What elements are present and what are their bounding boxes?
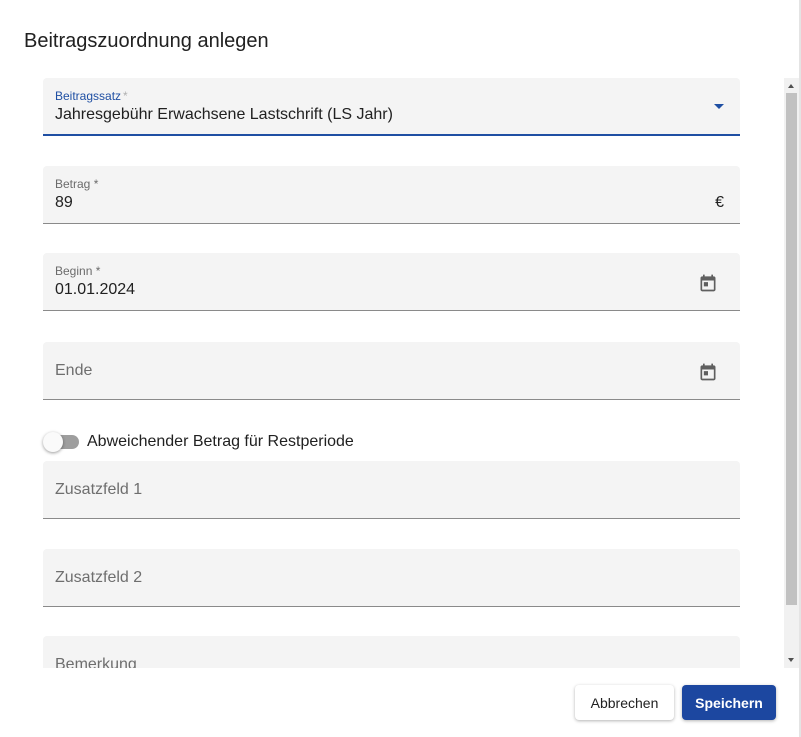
dialog: Beitragszuordnung anlegen Beitragssatz * … (0, 0, 801, 737)
zusatzfeld-1-placeholder: Zusatzfeld 1 (55, 481, 143, 498)
beginn-value: 01.01.2024 (55, 281, 136, 298)
cancel-button[interactable]: Abbrechen (575, 685, 674, 720)
beitragssatz-value: Jahresgebühr Erwachsene Lastschrift (LS … (55, 106, 393, 123)
calendar-icon[interactable] (698, 362, 718, 382)
scrollbar-thumb[interactable] (786, 93, 797, 605)
dialog-content: Beitragssatz * Jahresgebühr Erwachsene La… (0, 72, 784, 668)
scroll-down-arrow-icon[interactable] (788, 658, 794, 662)
zusatzfeld-1-field[interactable]: Zusatzfeld 1 (43, 461, 740, 519)
dialog-title: Beitragszuordnung anlegen (24, 30, 269, 52)
beitragssatz-select[interactable]: Beitragssatz * Jahresgebühr Erwachsene La… (43, 78, 740, 136)
betrag-value: 89 (55, 194, 73, 211)
toggle-label: Abweichender Betrag für Restperiode (87, 433, 354, 450)
calendar-icon[interactable] (698, 273, 718, 293)
ende-placeholder: Ende (55, 362, 93, 379)
beginn-label: Beginn * (55, 264, 101, 278)
scroll-up-arrow-icon[interactable] (788, 84, 794, 88)
dropdown-arrow-icon[interactable] (714, 104, 724, 109)
bemerkung-placeholder: Bemerkung (55, 656, 137, 668)
toggle-thumb[interactable] (43, 432, 63, 452)
betrag-label: Betrag * (55, 177, 99, 191)
beitragssatz-label: Beitragssatz * (55, 89, 128, 103)
ende-field[interactable]: Ende (43, 342, 740, 400)
betrag-field[interactable]: Betrag * 89 € (43, 166, 740, 224)
dialog-actions: Abbrechen Speichern (0, 668, 799, 737)
zusatzfeld-2-placeholder: Zusatzfeld 2 (55, 569, 143, 586)
zusatzfeld-2-field[interactable]: Zusatzfeld 2 (43, 549, 740, 607)
content-scrollbar[interactable] (784, 78, 799, 668)
beginn-field[interactable]: Beginn * 01.01.2024 (43, 253, 740, 311)
euro-suffix: € (715, 194, 724, 211)
bemerkung-field[interactable]: Bemerkung (43, 636, 740, 668)
save-button[interactable]: Speichern (682, 685, 776, 720)
